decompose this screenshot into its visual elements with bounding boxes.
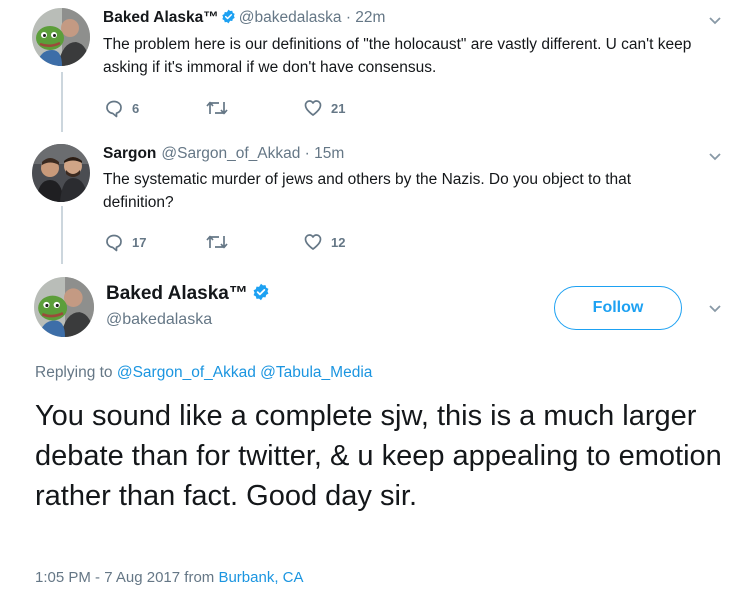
thread-connector [61, 206, 63, 264]
verified-badge-icon [221, 9, 236, 24]
like-button[interactable]: 12 [303, 232, 345, 252]
tweet-text: The problem here is our definitions of "… [103, 36, 692, 76]
display-name-text: Baked Alaska™ [106, 283, 248, 304]
handle[interactable]: @bakedalaska · 22m [239, 9, 386, 26]
avatar[interactable] [34, 277, 94, 337]
retweet-button[interactable] [205, 98, 237, 118]
like-button[interactable]: 21 [303, 98, 345, 118]
reply-icon [104, 98, 124, 118]
tweet-text: The systematic murder of jews and others… [103, 171, 632, 211]
avatar[interactable] [32, 8, 90, 66]
avatar[interactable] [32, 144, 90, 202]
reply-button[interactable]: 17 [104, 232, 146, 252]
tweet-time[interactable]: 1:05 PM - 7 Aug 2017 [35, 569, 180, 586]
display-name[interactable]: Baked Alaska™ [103, 9, 219, 26]
like-count: 21 [331, 100, 346, 116]
handle[interactable]: @bakedalaska [106, 311, 212, 329]
reply-icon [104, 232, 124, 252]
tweet-header: Sargon @Sargon_of_Akkad · 15m [103, 144, 344, 164]
chevron-down-icon[interactable] [707, 14, 723, 26]
thread-connector [61, 72, 63, 132]
tweet-header: Baked Alaska™ @bakedalaska · 22m [103, 8, 385, 28]
chevron-down-icon[interactable] [707, 150, 723, 162]
replying-prefix: Replying to [35, 364, 113, 381]
mention-link[interactable]: @Sargon_of_Akkad [117, 364, 256, 381]
retweet-icon [205, 232, 229, 252]
chevron-down-icon[interactable] [707, 302, 723, 314]
reply-count: 17 [132, 234, 147, 250]
heart-icon [303, 98, 323, 118]
replying-to: Replying to @Sargon_of_Akkad @Tabula_Med… [35, 364, 372, 382]
tweet-timestamp: 1:05 PM - 7 Aug 2017 from Burbank, CA [35, 569, 304, 586]
retweet-icon [205, 98, 229, 118]
reply-button[interactable]: 6 [104, 98, 139, 118]
tweet-text: You sound like a complete sjw, this is a… [35, 400, 722, 512]
display-name[interactable]: Baked Alaska™ [106, 283, 273, 305]
retweet-button[interactable] [205, 232, 237, 252]
like-count: 12 [331, 234, 346, 250]
follow-button[interactable]: Follow [554, 286, 682, 330]
reply-count: 6 [132, 100, 140, 116]
location-link[interactable]: Burbank, CA [218, 569, 303, 586]
display-name[interactable]: Sargon [103, 145, 156, 162]
verified-badge-icon [252, 283, 270, 301]
mention-link[interactable]: @Tabula_Media [260, 364, 372, 381]
from-label: from [184, 569, 215, 586]
tweet-actions: 17 12 [104, 232, 404, 254]
heart-icon [303, 232, 323, 252]
handle[interactable]: @Sargon_of_Akkad · 15m [161, 145, 344, 162]
tweet-actions: 6 21 [104, 98, 404, 120]
